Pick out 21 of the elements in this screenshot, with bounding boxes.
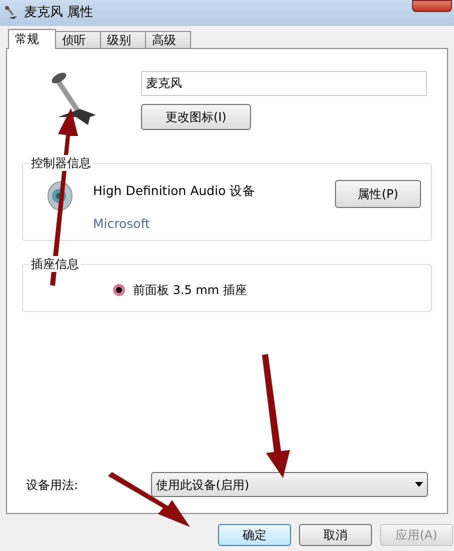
name-field[interactable]: 麦克风 bbox=[141, 71, 427, 96]
group-title: 插座信息 bbox=[29, 256, 81, 272]
device-name: High Definition Audio 设备 bbox=[93, 182, 256, 200]
dialog-button[interactable]: 确定 bbox=[218, 524, 291, 546]
change-icon-button[interactable]: 更改图标(I) bbox=[141, 104, 251, 130]
usage-label: 设备用法: bbox=[26, 476, 80, 494]
properties-button[interactable]: 属性(P) bbox=[335, 180, 421, 208]
tab[interactable]: 高级 bbox=[145, 31, 191, 48]
usage-dropdown[interactable]: 使用此设备(启用) bbox=[150, 472, 428, 497]
jack-label: 前面板 3.5 mm 插座 bbox=[133, 282, 247, 299]
tab[interactable]: 级别 bbox=[100, 31, 146, 48]
microphone-icon bbox=[50, 71, 98, 127]
tab[interactable]: 常规 bbox=[8, 29, 56, 49]
window-title: 麦克风 属性 bbox=[24, 4, 94, 22]
group-title: 控制器信息 bbox=[29, 155, 93, 171]
dialog-button[interactable]: 取消 bbox=[299, 524, 372, 546]
close-button[interactable] bbox=[412, 0, 452, 12]
dropdown-arrow-icon bbox=[415, 482, 423, 487]
tab[interactable]: 侦听 bbox=[55, 31, 101, 48]
microphone-icon bbox=[4, 5, 20, 21]
manufacturer-link[interactable]: Microsoft bbox=[93, 214, 256, 234]
